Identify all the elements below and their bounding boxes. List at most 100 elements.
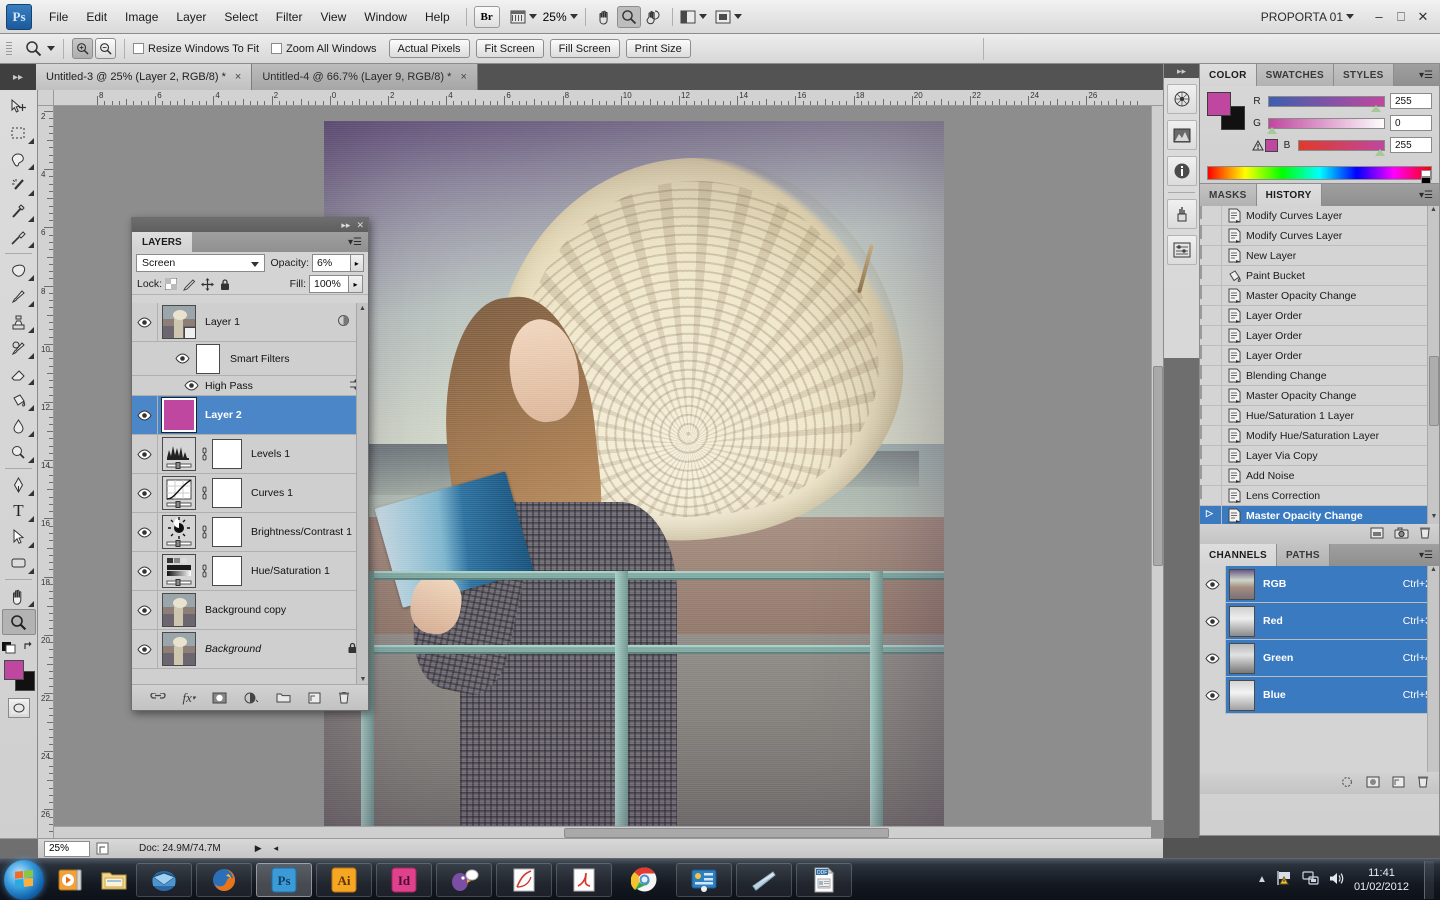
history-state-row[interactable]: New Layer [1200, 246, 1439, 266]
channel-visibility-icon[interactable] [1200, 677, 1226, 714]
taskbar-clock[interactable]: 11:41 01/02/2012 [1354, 866, 1409, 894]
taskbar-item-acrobat-reader[interactable] [556, 863, 612, 897]
channel-row[interactable]: GreenCtrl+4 [1200, 640, 1439, 677]
history-source-toggle[interactable] [1200, 486, 1222, 506]
history-state-row[interactable]: Master Opacity Change [1200, 386, 1439, 406]
menu-select[interactable]: Select [215, 6, 266, 28]
history-source-toggle[interactable] [1200, 346, 1222, 366]
panel-menu-icon[interactable]: ▾☰ [1419, 190, 1433, 201]
layer-visibility-icon[interactable] [132, 435, 158, 474]
slider-b[interactable] [1298, 140, 1385, 151]
layer-row[interactable]: Background copy [132, 591, 368, 630]
history-source-toggle[interactable] [1200, 286, 1222, 306]
new-adjustment-layer-icon[interactable] [244, 692, 259, 704]
tool-type[interactable]: T [2, 498, 36, 524]
layer-thumbnail[interactable] [162, 398, 196, 432]
mask-link-icon[interactable] [198, 478, 210, 508]
layer-row[interactable]: Layer 1▲ [132, 303, 368, 342]
out-of-gamut-warning-icon[interactable] [1251, 140, 1265, 151]
fill-input[interactable]: 100% [309, 275, 349, 293]
collapse-icon[interactable]: ▸▸ [341, 220, 350, 231]
actual-pixels-button[interactable]: Actual Pixels [389, 39, 470, 58]
tool-magic-wand[interactable] [2, 172, 36, 198]
taskbar-item-illustrator[interactable]: Ai [316, 863, 372, 897]
scrollbar-thumb[interactable] [1153, 366, 1163, 566]
history-state-row[interactable]: Layer Order [1200, 326, 1439, 346]
tool-rectangular-marquee[interactable] [2, 120, 36, 146]
layer-mask-thumbnail[interactable] [212, 478, 242, 508]
close-icon[interactable]: × [460, 71, 466, 83]
workspace-chevron-down-icon[interactable] [1346, 14, 1354, 19]
lock-all-icon[interactable] [216, 276, 234, 293]
value-g[interactable]: 0 [1390, 115, 1432, 131]
tab-untitled-4[interactable]: Untitled-4 @ 66.7% (Layer 9, RGB/8) * × [252, 64, 478, 90]
value-r[interactable]: 255 [1390, 93, 1432, 109]
opacity-input[interactable]: 6% [312, 254, 351, 272]
taskbar-item-notepad[interactable] [736, 863, 792, 897]
channel-row[interactable]: RedCtrl+3 [1200, 603, 1439, 640]
tab-color[interactable]: COLOR [1200, 64, 1257, 86]
panel-menu-icon[interactable]: ▾☰ [348, 237, 362, 248]
tool-blur[interactable] [2, 413, 36, 439]
print-size-button[interactable]: Print Size [626, 39, 691, 58]
history-state-row[interactable]: Add Noise [1200, 466, 1439, 486]
layer-mask-thumbnail[interactable] [212, 439, 242, 469]
horizontal-ruler[interactable]: 864202468101214161820222426 [54, 90, 1163, 106]
status-zoom-field[interactable]: 25% [44, 841, 90, 857]
black-swatch[interactable] [1421, 177, 1431, 184]
layer-row[interactable]: Background [132, 630, 368, 669]
layer-row[interactable]: Levels 1 [132, 435, 368, 474]
mask-link-icon[interactable] [198, 517, 210, 547]
smart-filters-visibility-icon[interactable] [172, 353, 192, 364]
hand-tool-button[interactable] [593, 6, 617, 28]
current-tool-icon[interactable] [22, 38, 44, 60]
scroll-down-icon[interactable]: ▼ [357, 674, 369, 684]
zoom-all-windows-checkbox[interactable]: Zoom All Windows [271, 43, 376, 55]
history-source-toggle[interactable] [1200, 426, 1222, 446]
layer-visibility-icon[interactable] [132, 303, 158, 342]
adjustments-icon[interactable] [1167, 235, 1197, 265]
layer-visibility-icon[interactable] [132, 513, 158, 552]
menu-layer[interactable]: Layer [167, 6, 215, 28]
rotate-view-tool-button[interactable] [641, 6, 665, 28]
history-state-row[interactable]: Paint Bucket [1200, 266, 1439, 286]
tool-history-brush[interactable] [2, 335, 36, 361]
fit-screen-button[interactable]: Fit Screen [476, 39, 544, 58]
tab-channels[interactable]: CHANNELS [1200, 544, 1277, 566]
mask-link-icon[interactable] [198, 556, 210, 586]
channel-visibility-icon[interactable] [1200, 603, 1226, 640]
tool-pen[interactable] [2, 472, 36, 498]
history-state-row[interactable]: Modify Hue/Saturation Layer [1200, 426, 1439, 446]
layer-thumbnail[interactable] [162, 476, 196, 510]
layers-scrollbar[interactable]: ▲ ▼ [356, 303, 368, 684]
tool-eyedropper[interactable] [2, 224, 36, 250]
taskbar-item-control-panel[interactable] [676, 863, 732, 897]
menu-file[interactable]: File [40, 6, 77, 28]
volume-icon[interactable] [1328, 871, 1345, 889]
blend-mode-select[interactable]: Screen [136, 254, 265, 272]
history-source-toggle[interactable] [1200, 306, 1222, 326]
history-state-row[interactable]: Layer Order [1200, 346, 1439, 366]
layers-panel[interactable]: ▸▸ ✕ LAYERS ▾☰ Screen Opacity: 6% ▸ Lock… [131, 217, 369, 711]
scrollbar-thumb[interactable] [1429, 356, 1439, 426]
history-source-toggle[interactable]: ▷ [1200, 506, 1222, 525]
layer-thumbnail[interactable] [162, 437, 196, 471]
lock-image-pixels-icon[interactable] [180, 276, 198, 293]
panel-menu-icon[interactable]: ▾☰ [1419, 70, 1433, 81]
history-state-row[interactable]: Hue/Saturation 1 Layer [1200, 406, 1439, 426]
out-of-gamut-swatch[interactable] [1265, 139, 1278, 152]
slider-g[interactable] [1268, 118, 1385, 129]
layer-effects-icon[interactable] [337, 314, 350, 330]
scrollbar-thumb[interactable] [564, 828, 889, 838]
layer-visibility-icon[interactable] [132, 552, 158, 591]
tool-brush[interactable] [2, 283, 36, 309]
load-channel-as-selection-icon[interactable] [1340, 776, 1354, 791]
scroll-up-icon[interactable]: ▲ [1428, 566, 1439, 577]
layers-panel-titlebar[interactable]: ▸▸ ✕ [132, 218, 368, 232]
taskbar-explorer-icon[interactable] [96, 862, 132, 898]
add-layer-style-icon[interactable]: fx▾ [183, 690, 196, 706]
taskbar-item-thunderbird[interactable] [136, 863, 192, 897]
start-button[interactable] [4, 860, 44, 900]
fill-screen-button[interactable]: Fill Screen [550, 39, 620, 58]
workspace-switcher[interactable]: PROPORTA 01 [1261, 10, 1343, 24]
